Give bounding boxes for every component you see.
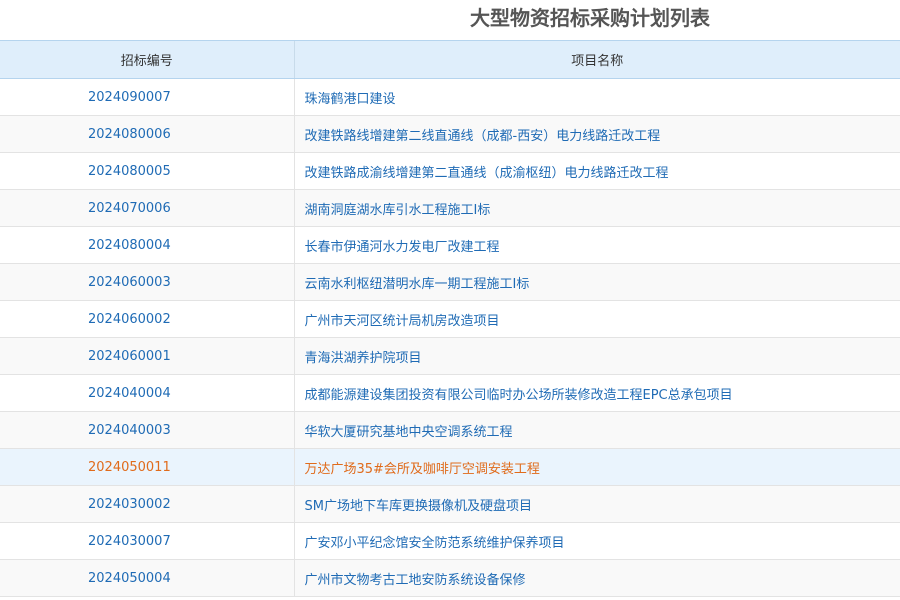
tender-code-link[interactable]: 2024040003	[0, 411, 294, 449]
tender-code-link[interactable]: 2024080006	[0, 115, 294, 153]
tender-code-link[interactable]: 2024060001	[0, 337, 294, 375]
table-row[interactable]: 2024080004 长春市伊通河水力发电厂改建工程	[0, 226, 900, 264]
column-header-code: 招标编号	[0, 40, 294, 79]
project-name-link[interactable]: 万达广场35#会所及咖啡厅空调安装工程	[293, 448, 900, 486]
project-name-link[interactable]: 广州市文物考古工地安防系统设备保修	[293, 559, 900, 597]
tender-code-link[interactable]: 2024030002	[0, 485, 294, 523]
project-name-link[interactable]: 长春市伊通河水力发电厂改建工程	[293, 226, 900, 264]
tender-code-link[interactable]: 2024060003	[0, 263, 294, 301]
column-header-name: 项目名称	[293, 40, 900, 79]
project-name-link[interactable]: 华软大厦研究基地中央空调系统工程	[293, 411, 900, 449]
tender-code-link[interactable]: 2024050011	[0, 448, 294, 486]
tender-code-link[interactable]: 2024030007	[0, 522, 294, 560]
project-name-link[interactable]: 成都能源建设集团投资有限公司临时办公场所装修改造工程EPC总承包项目	[293, 374, 900, 412]
tender-code-link[interactable]: 2024060002	[0, 300, 294, 338]
table-header-row: 招标编号 项目名称	[0, 40, 900, 79]
table-row[interactable]: 2024050004 广州市文物考古工地安防系统设备保修	[0, 559, 900, 597]
project-name-link[interactable]: 广州市天河区统计局机房改造项目	[293, 300, 900, 338]
table-row[interactable]: 2024030007 广安邓小平纪念馆安全防范系统维护保养项目	[0, 522, 900, 560]
tender-code-link[interactable]: 2024080005	[0, 152, 294, 190]
table-row[interactable]: 2024060002 广州市天河区统计局机房改造项目	[0, 300, 900, 338]
table-row[interactable]: 2024080006 改建铁路线增建第二线直通线（成都-西安）电力线路迁改工程	[0, 115, 900, 153]
project-name-link[interactable]: 青海洪湖养护院项目	[293, 337, 900, 375]
project-name-link[interactable]: 珠海鹤港口建设	[293, 78, 900, 116]
table-row[interactable]: 2024090007 珠海鹤港口建设	[0, 78, 900, 116]
table-row[interactable]: 2024070006 湖南洞庭湖水库引水工程施工I标	[0, 189, 900, 227]
tender-code-link[interactable]: 2024080004	[0, 226, 294, 264]
procurement-plan-page: 大型物资招标采购计划列表 招标编号 项目名称 2024090007 珠海鹤港口建…	[0, 0, 900, 600]
tender-code-link[interactable]: 2024040004	[0, 374, 294, 412]
project-name-link[interactable]: 云南水利枢纽潜明水库一期工程施工I标	[293, 263, 900, 301]
table-row[interactable]: 2024060001 青海洪湖养护院项目	[0, 337, 900, 375]
table-row[interactable]: 2024060003 云南水利枢纽潜明水库一期工程施工I标	[0, 263, 900, 301]
tender-code-link[interactable]: 2024050004	[0, 559, 294, 597]
table-row[interactable]: 2024080005 改建铁路成渝线增建第二直通线（成渝枢纽）电力线路迁改工程	[0, 152, 900, 190]
project-name-link[interactable]: 广安邓小平纪念馆安全防范系统维护保养项目	[293, 522, 900, 560]
procurement-table: 招标编号 项目名称 2024090007 珠海鹤港口建设 2024080006 …	[0, 40, 900, 597]
project-name-link[interactable]: 改建铁路线增建第二线直通线（成都-西安）电力线路迁改工程	[293, 115, 900, 153]
page-title: 大型物资招标采购计划列表	[470, 6, 710, 30]
project-name-link[interactable]: 湖南洞庭湖水库引水工程施工I标	[293, 189, 900, 227]
project-name-link[interactable]: 改建铁路成渝线增建第二直通线（成渝枢纽）电力线路迁改工程	[293, 152, 900, 190]
table-row[interactable]: 2024040004 成都能源建设集团投资有限公司临时办公场所装修改造工程EPC…	[0, 374, 900, 412]
tender-code-link[interactable]: 2024070006	[0, 189, 294, 227]
table-row[interactable]: 2024040003 华软大厦研究基地中央空调系统工程	[0, 411, 900, 449]
project-name-link[interactable]: SM广场地下车库更换摄像机及硬盘项目	[293, 485, 900, 523]
table-row[interactable]: 2024030002 SM广场地下车库更换摄像机及硬盘项目	[0, 485, 900, 523]
table-row-hovered[interactable]: 2024050011 万达广场35#会所及咖啡厅空调安装工程	[0, 448, 900, 486]
tender-code-link[interactable]: 2024090007	[0, 78, 294, 116]
